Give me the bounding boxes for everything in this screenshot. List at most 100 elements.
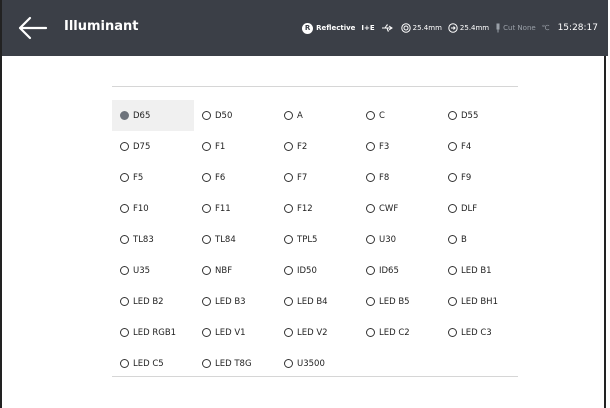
radio-button-icon[interactable] (284, 111, 293, 120)
radio-button-icon[interactable] (202, 266, 211, 275)
illuminant-option[interactable]: TL84 (194, 224, 276, 255)
radio-button-icon[interactable] (202, 297, 211, 306)
illuminant-option[interactable]: LED B3 (194, 286, 276, 317)
radio-button-icon[interactable] (366, 204, 375, 213)
illuminant-option[interactable]: F11 (194, 193, 276, 224)
radio-button-icon[interactable] (284, 204, 293, 213)
illuminant-option[interactable]: D65 (112, 100, 194, 131)
radio-button-icon[interactable] (120, 111, 129, 120)
illuminant-option[interactable]: D50 (194, 100, 276, 131)
illuminant-option[interactable]: LED BH1 (440, 286, 522, 317)
radio-button-icon[interactable] (284, 266, 293, 275)
illuminant-option[interactable]: U30 (358, 224, 440, 255)
radio-button-icon[interactable] (448, 328, 457, 337)
illuminant-option[interactable]: F7 (276, 162, 358, 193)
illuminant-option[interactable]: LED C3 (440, 317, 522, 348)
radio-button-icon[interactable] (202, 235, 211, 244)
status-bar: R Reflective I+E 25.4mm 25.4mm Cut None … (296, 18, 598, 38)
illuminant-option[interactable]: LED RGB1 (112, 317, 194, 348)
radio-button-icon[interactable] (202, 359, 211, 368)
radio-button-icon[interactable] (120, 173, 129, 182)
illuminant-option[interactable]: DLF (440, 193, 522, 224)
radio-button-icon[interactable] (448, 204, 457, 213)
illuminant-option[interactable]: NBF (194, 255, 276, 286)
illuminant-option[interactable]: LED C2 (358, 317, 440, 348)
radio-button-icon[interactable] (448, 173, 457, 182)
illuminant-option[interactable]: F4 (440, 131, 522, 162)
radio-button-icon[interactable] (366, 173, 375, 182)
illuminant-option[interactable]: F1 (194, 131, 276, 162)
illuminant-option[interactable]: CWF (358, 193, 440, 224)
illuminant-option[interactable]: D75 (112, 131, 194, 162)
illuminant-option[interactable]: F10 (112, 193, 194, 224)
radio-button-icon[interactable] (366, 266, 375, 275)
radio-button-icon[interactable] (120, 204, 129, 213)
radio-button-icon[interactable] (284, 173, 293, 182)
radio-button-icon[interactable] (120, 359, 129, 368)
illuminant-option[interactable]: A (276, 100, 358, 131)
radio-button-icon[interactable] (120, 266, 129, 275)
illuminant-option[interactable]: LED C5 (112, 348, 194, 379)
radio-button-icon[interactable] (120, 142, 129, 151)
illuminant-option[interactable]: C (358, 100, 440, 131)
illuminant-label: D75 (133, 141, 151, 152)
reflective-icon: R (302, 22, 314, 34)
illuminant-option[interactable]: F3 (358, 131, 440, 162)
radio-button-icon[interactable] (366, 111, 375, 120)
illuminant-option[interactable]: U35 (112, 255, 194, 286)
radio-button-icon[interactable] (284, 142, 293, 151)
illuminant-option[interactable]: LED B5 (358, 286, 440, 317)
illuminant-option[interactable]: LED V1 (194, 317, 276, 348)
illuminant-label: F2 (297, 141, 308, 152)
illuminant-option[interactable]: TL83 (112, 224, 194, 255)
radio-button-icon[interactable] (284, 359, 293, 368)
illuminant-option[interactable]: LED B1 (440, 255, 522, 286)
illuminant-option[interactable]: LED B4 (276, 286, 358, 317)
radio-button-icon[interactable] (202, 204, 211, 213)
radio-button-icon[interactable] (448, 235, 457, 244)
illuminant-option[interactable]: F2 (276, 131, 358, 162)
radio-button-icon[interactable] (284, 297, 293, 306)
illuminant-option[interactable]: ID50 (276, 255, 358, 286)
radio-button-icon[interactable] (120, 297, 129, 306)
radio-button-icon[interactable] (284, 235, 293, 244)
temperature-unit: ℃ (541, 24, 550, 32)
radio-button-icon[interactable] (448, 297, 457, 306)
illuminant-option[interactable]: B (440, 224, 522, 255)
back-button[interactable] (18, 16, 48, 40)
illuminant-label: LED B2 (133, 296, 164, 307)
radio-button-icon[interactable] (120, 328, 129, 337)
illuminant-option[interactable]: ID65 (358, 255, 440, 286)
radio-button-icon[interactable] (366, 235, 375, 244)
illuminant-option[interactable]: LED V2 (276, 317, 358, 348)
illuminant-option[interactable]: F9 (440, 162, 522, 193)
aperture-value: 25.4mm (412, 24, 442, 32)
radio-button-icon[interactable] (448, 266, 457, 275)
lens-icon (448, 23, 458, 33)
radio-button-icon[interactable] (202, 173, 211, 182)
illuminant-option[interactable]: TPL5 (276, 224, 358, 255)
illuminant-option[interactable]: F5 (112, 162, 194, 193)
radio-button-icon[interactable] (202, 142, 211, 151)
radio-button-icon[interactable] (202, 328, 211, 337)
illuminant-option[interactable]: LED B2 (112, 286, 194, 317)
radio-button-icon[interactable] (284, 328, 293, 337)
illuminant-label: U30 (379, 234, 397, 245)
radio-button-icon[interactable] (366, 142, 375, 151)
radio-button-icon[interactable] (366, 328, 375, 337)
illuminant-label: LED B4 (297, 296, 328, 307)
radio-button-icon[interactable] (202, 111, 211, 120)
illuminant-options: D65 D50 A C D55 D75 F1 F2 F3 F4 F5 F6 F7 F8 F9 F10 F11 F1… (112, 100, 522, 379)
illuminant-label: ID50 (297, 265, 317, 276)
illuminant-option[interactable]: F8 (358, 162, 440, 193)
radio-button-icon[interactable] (366, 297, 375, 306)
radio-button-icon[interactable] (448, 111, 457, 120)
radio-button-icon[interactable] (448, 142, 457, 151)
illuminant-option[interactable]: F6 (194, 162, 276, 193)
illuminant-option[interactable]: LED T8G (194, 348, 276, 379)
illuminant-label: F4 (461, 141, 472, 152)
illuminant-option[interactable]: F12 (276, 193, 358, 224)
radio-button-icon[interactable] (120, 235, 129, 244)
illuminant-option[interactable]: U3500 (276, 348, 358, 379)
illuminant-option[interactable]: D55 (440, 100, 522, 131)
